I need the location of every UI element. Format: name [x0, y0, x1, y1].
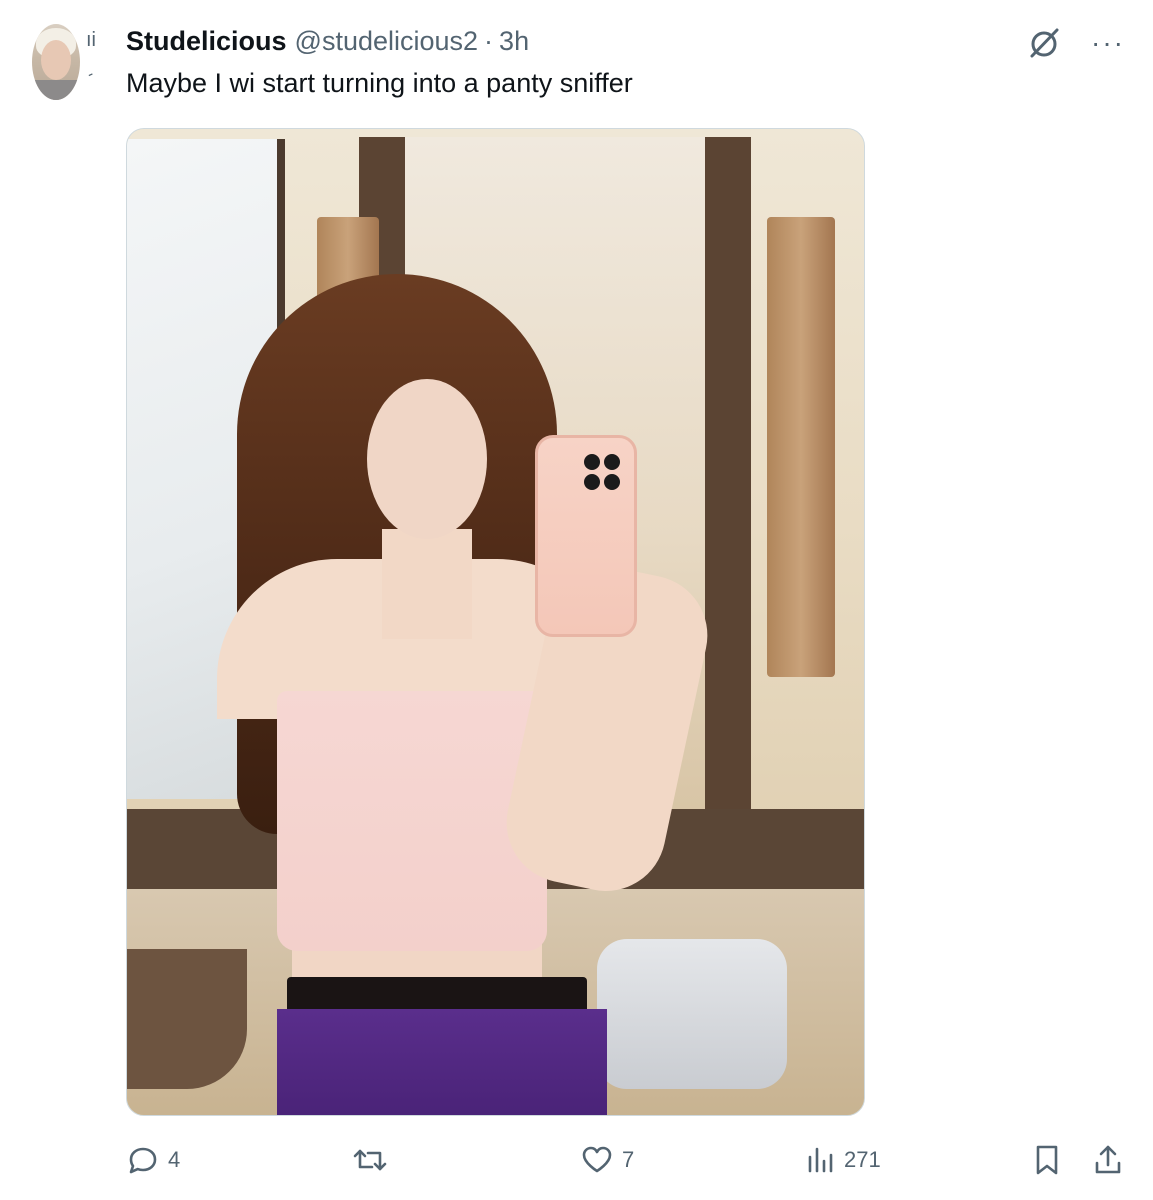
reply-icon — [126, 1143, 160, 1177]
tweet-photo[interactable] — [126, 128, 865, 1116]
photo-pouch — [597, 939, 787, 1089]
bookmark-button[interactable] — [1032, 1140, 1062, 1180]
tweet[interactable]: ıi - Studelicious @studelicious2 · 3h ··… — [0, 0, 1153, 1200]
photo-face — [367, 379, 487, 539]
separator-dot: · — [484, 25, 494, 56]
photo-skirt — [277, 1009, 607, 1115]
views-button[interactable]: 271 — [806, 1140, 881, 1180]
user-handle[interactable]: @studelicious2 — [295, 26, 479, 57]
bookmark-icon — [1032, 1143, 1062, 1177]
side-marks: ıi — [86, 29, 96, 51]
avatar-shirt — [32, 80, 80, 100]
avatar-face — [41, 40, 71, 80]
retweet-icon — [352, 1143, 388, 1177]
views-icon — [806, 1143, 836, 1177]
grok-icon[interactable] — [1027, 26, 1061, 60]
share-icon — [1092, 1143, 1124, 1177]
views-count: 271 — [844, 1147, 881, 1172]
photo-mirror-frame-right — [705, 137, 751, 817]
retweet-button[interactable] — [352, 1140, 396, 1180]
phone-camera — [584, 474, 600, 490]
avatar[interactable] — [32, 24, 80, 100]
photo-phone — [535, 435, 637, 637]
share-button[interactable] — [1092, 1140, 1124, 1180]
action-bar: 4 7 271 — [126, 1140, 1126, 1180]
timestamp[interactable]: 3h — [499, 26, 529, 57]
tweet-top-actions: ··· — [1027, 26, 1125, 60]
tweet-header: Studelicious @studelicious2 · 3h — [126, 24, 529, 58]
phone-camera — [584, 454, 600, 470]
more-icon[interactable]: ··· — [1091, 29, 1125, 57]
tweet-text: Maybe I wi start turning into a panty sn… — [126, 68, 633, 98]
photo-bowl — [127, 949, 247, 1089]
display-name[interactable]: Studelicious — [126, 26, 287, 57]
reply-count: 4 — [168, 1147, 181, 1172]
photo-lamp-right — [767, 217, 835, 677]
phone-camera — [604, 474, 620, 490]
like-count: 7 — [622, 1147, 635, 1172]
like-button[interactable]: 7 — [580, 1140, 634, 1180]
reply-button[interactable]: 4 — [126, 1140, 180, 1180]
phone-camera — [604, 454, 620, 470]
like-icon — [580, 1143, 614, 1177]
thread-line-mark: - — [84, 65, 97, 84]
photo-neck — [382, 529, 472, 639]
